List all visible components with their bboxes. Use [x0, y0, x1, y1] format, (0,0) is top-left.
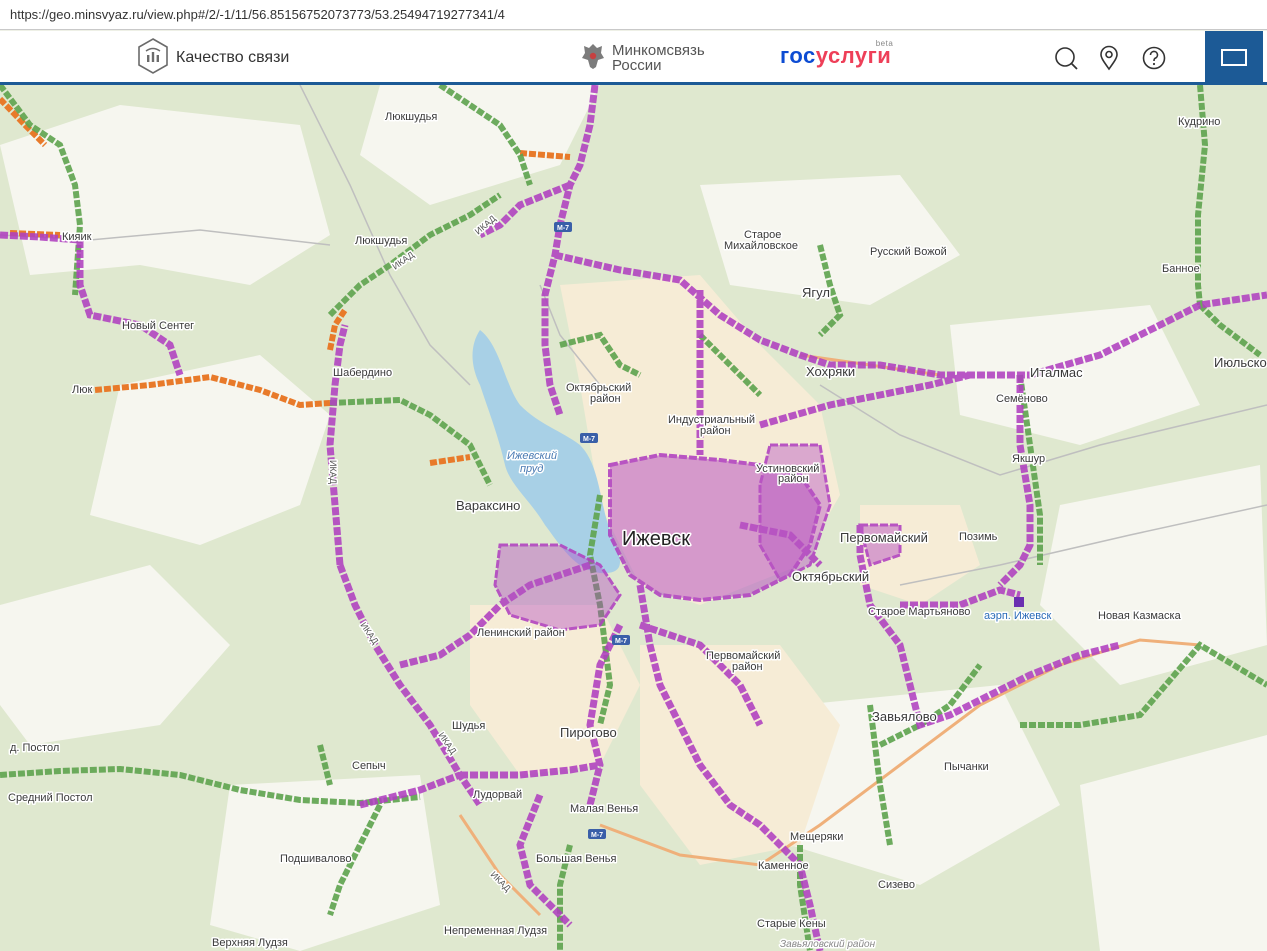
- browser-address-bar[interactable]: https://geo.minsvyaz.ru/view.php#/2/-1/1…: [0, 0, 1267, 30]
- ministry-logo[interactable]: Минкомсвязь России: [580, 40, 705, 76]
- road-shield-m7: М-7: [588, 829, 606, 839]
- place-label: Новая Казмаска: [1098, 610, 1182, 622]
- city-label-izhevsk: Ижевск: [622, 528, 690, 550]
- place-label: Июльское: [1214, 355, 1267, 370]
- place-label: Средний Постол: [8, 792, 93, 804]
- place-label: Пирогово: [560, 725, 617, 740]
- service-name: Качество связи: [176, 49, 290, 66]
- place-label: Первомайский: [840, 530, 928, 545]
- panel-toggle-button[interactable]: [1205, 31, 1263, 82]
- gosuslugi-logo[interactable]: госуслуги beta: [780, 39, 893, 69]
- search-icon: [1055, 47, 1078, 70]
- location-button[interactable]: [1096, 45, 1122, 71]
- place-label: Михайловское: [724, 240, 798, 252]
- place-label: Пычанки: [944, 761, 989, 773]
- place-label: Семёново: [996, 393, 1048, 405]
- place-label: Италмас: [1030, 365, 1083, 380]
- place-label: д. Постол: [10, 742, 59, 754]
- coverage-map[interactable]: М-7 М-7 М-7 М-7 Ижевск Ижевский пруд Люк…: [0, 85, 1267, 951]
- place-label: Непременная Лудзя: [444, 925, 547, 937]
- svg-text:М-7: М-7: [591, 832, 603, 839]
- ministry-name-line1: Минкомсвязь: [612, 42, 705, 59]
- place-label: Якшур: [1012, 453, 1045, 465]
- district-label: Ленинский район: [477, 627, 565, 639]
- airport-marker[interactable]: [1014, 597, 1024, 607]
- district-label: Завьяловский район: [780, 939, 876, 950]
- place-label: Кияик: [62, 231, 92, 243]
- place-label: Ягул: [802, 285, 830, 300]
- place-label: Русский Вожой: [870, 246, 947, 258]
- place-label: Шудья: [452, 720, 485, 732]
- svg-text:М-7: М-7: [557, 225, 569, 232]
- emblem-icon: [580, 41, 606, 75]
- place-label: Мещеряки: [790, 831, 843, 843]
- district-label: район: [732, 661, 763, 673]
- pond-label: Ижевский: [507, 450, 557, 462]
- road-label-ikad: ИКАД: [328, 460, 338, 484]
- place-label: Старое Мартьяново: [868, 606, 970, 618]
- panel-toggle-icon: [1221, 49, 1247, 66]
- help-button[interactable]: [1141, 45, 1167, 71]
- svg-text:М-7: М-7: [583, 436, 595, 443]
- service-brand[interactable]: Качество связи: [137, 38, 290, 78]
- help-icon: [1142, 46, 1166, 70]
- place-label: Подшивалово: [280, 853, 352, 865]
- road-shield-m7: М-7: [580, 433, 598, 443]
- place-label: Каменное: [758, 860, 809, 872]
- pond-label: пруд: [520, 463, 543, 475]
- place-label: Люк: [72, 384, 92, 396]
- district-label: район: [590, 393, 621, 405]
- place-label: Новый Сентег: [122, 320, 194, 332]
- place-label: Позимь: [959, 531, 998, 543]
- place-label: Верхняя Лудзя: [212, 937, 288, 949]
- place-label: Завьялово: [872, 709, 937, 724]
- place-label: Большая Венья: [536, 853, 616, 865]
- road-shield-m7: М-7: [554, 222, 572, 232]
- site-header: Качество связи Минкомсвязь России госусл…: [0, 31, 1267, 85]
- place-label: Вараксино: [456, 498, 520, 513]
- signal-quality-icon: [137, 38, 169, 78]
- beta-badge: beta: [875, 39, 894, 48]
- place-label: Малая Венья: [570, 803, 638, 815]
- district-label: район: [700, 425, 731, 437]
- ministry-name-line2: России: [612, 57, 662, 74]
- place-label: Хохряки: [806, 364, 855, 379]
- gosuslugi-logo-gos: гос: [780, 43, 816, 68]
- map-canvas[interactable]: М-7 М-7 М-7 М-7 Ижевск Ижевский пруд Люк…: [0, 85, 1267, 951]
- place-label: Шабердино: [333, 367, 392, 379]
- road-shield-m7: М-7: [612, 635, 630, 645]
- svg-text:М-7: М-7: [615, 638, 627, 645]
- place-label: Люкшудья: [385, 111, 437, 123]
- place-label: Сепыч: [352, 760, 386, 772]
- url-text[interactable]: https://geo.minsvyaz.ru/view.php#/2/-1/1…: [10, 7, 505, 22]
- place-label: Старые Кены: [757, 918, 826, 930]
- place-label: Лудорвай: [473, 789, 522, 801]
- place-label: Кудрино: [1178, 116, 1220, 128]
- location-pin-icon: [1100, 45, 1118, 71]
- place-label: Банное: [1162, 263, 1200, 275]
- airport-label: аэрп. Ижевск: [984, 610, 1052, 622]
- district-label: район: [778, 473, 809, 485]
- place-label: Октябрьский: [792, 569, 869, 584]
- search-button[interactable]: [1053, 45, 1079, 71]
- place-label: Сизево: [878, 879, 915, 891]
- place-label: Люкшудья: [355, 235, 407, 247]
